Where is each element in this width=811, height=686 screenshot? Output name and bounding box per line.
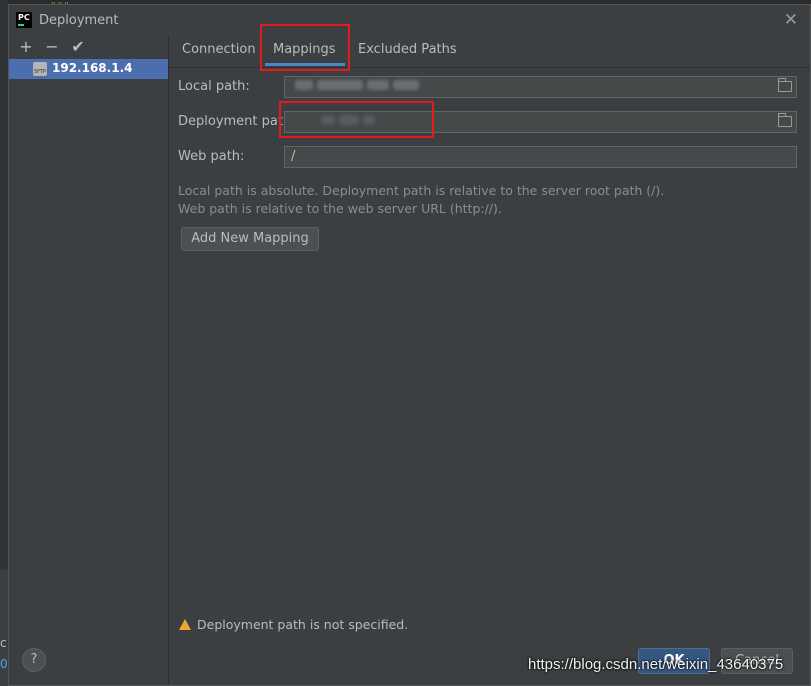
help-text-line: Web path is relative to the web server U… <box>178 201 502 216</box>
server-list-item[interactable]: SFTP 192.168.1.4 <box>9 59 168 79</box>
dialog-title: Deployment <box>39 13 119 28</box>
local-path-field[interactable] <box>284 76 797 98</box>
remove-server-button[interactable]: − <box>41 37 63 57</box>
set-default-button[interactable]: ✔ <box>67 37 89 57</box>
tab-excluded-paths[interactable]: Excluded Paths <box>358 42 457 57</box>
redacted-text <box>295 80 313 90</box>
server-list-panel: + − ✔ SFTP 192.168.1.4 <box>9 37 169 685</box>
redacted-text <box>393 80 419 90</box>
add-server-button[interactable]: + <box>15 37 37 57</box>
background-link-fragment: 0 <box>0 657 8 671</box>
redacted-text <box>317 80 363 90</box>
web-path-label: Web path: <box>178 149 245 164</box>
add-new-mapping-button[interactable]: Add New Mapping <box>181 227 319 251</box>
annotation-box-deployment-path <box>279 101 434 138</box>
deployment-path-label: Deployment path <box>178 114 292 129</box>
server-settings-panel: Connection Mappings Excluded Paths Local… <box>169 24 810 685</box>
close-icon[interactable]: ✕ <box>784 10 798 30</box>
warning-icon <box>179 619 191 630</box>
deployment-dialog: PC Deployment ✕ + − ✔ SFTP 192.168.1.4 C… <box>8 4 811 686</box>
help-button[interactable]: ? <box>22 648 46 672</box>
server-toolbar: + − ✔ <box>15 37 89 57</box>
csdn-watermark: https://blog.csdn.net/weixin_43640375 <box>528 656 784 673</box>
validation-warning: Deployment path is not specified. <box>179 617 408 632</box>
dialog-titlebar: PC Deployment ✕ <box>9 5 810 37</box>
web-path-value: / <box>291 149 296 164</box>
folder-icon[interactable] <box>778 113 792 127</box>
redacted-text <box>367 80 389 90</box>
background-text-fragment: c <box>0 636 7 650</box>
local-path-label: Local path: <box>178 79 250 94</box>
warning-text: Deployment path is not specified. <box>197 617 409 632</box>
annotation-box-mappings <box>260 24 350 71</box>
web-path-field[interactable]: / <box>284 146 797 168</box>
help-text-line: Local path is absolute. Deployment path … <box>178 183 665 198</box>
tab-connection[interactable]: Connection <box>182 42 256 57</box>
sftp-icon: SFTP <box>33 62 47 76</box>
pycharm-logo-icon: PC <box>16 12 32 28</box>
server-label: 192.168.1.4 <box>52 61 133 75</box>
folder-icon[interactable] <box>778 78 792 92</box>
